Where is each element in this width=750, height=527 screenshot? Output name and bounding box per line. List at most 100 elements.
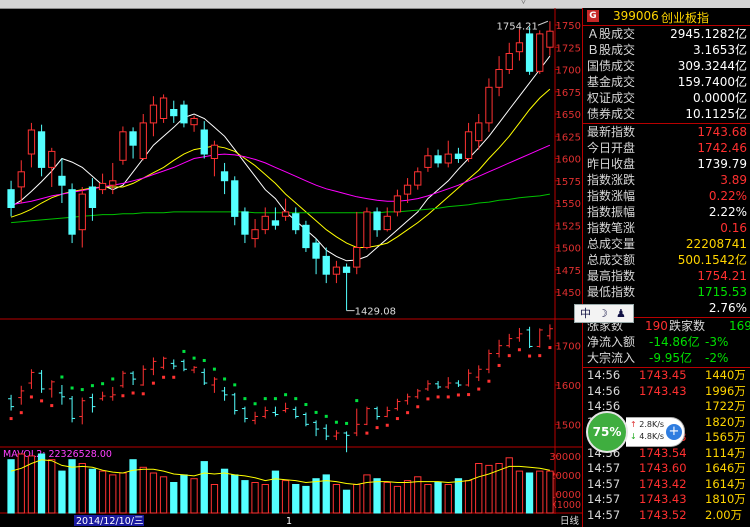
market-turnover-row: Ａ股成交 2945.1282亿 [583, 26, 750, 42]
candle-body [109, 180, 117, 186]
moon-icon[interactable]: ☽ [598, 305, 608, 322]
signal-dot [324, 414, 328, 418]
candle-body [485, 86, 493, 124]
dropdown-icon[interactable]: ▽ [520, 0, 527, 6]
ohlc-bar [292, 406, 299, 419]
candle-body [546, 30, 554, 48]
flow-v1: -9.95亿 [649, 351, 693, 365]
user-icon[interactable]: ♟ [616, 305, 626, 322]
tick-row: 14:57 1743.42 1614万 [583, 476, 750, 492]
volume-bar [180, 474, 188, 514]
row-value: 10.1125亿 [685, 107, 747, 121]
ohlc-bar [282, 402, 289, 413]
market-turnover-row: 基金成交 159.7400亿 [583, 74, 750, 90]
candle-body [7, 189, 15, 208]
download-speed: ↓ 4.8K/s [630, 432, 665, 441]
candle [536, 30, 544, 74]
ohlc-bar [536, 328, 543, 348]
candle-body [342, 266, 351, 273]
candle [170, 100, 178, 123]
signal-dot [60, 375, 64, 379]
volume-bar [373, 478, 381, 514]
row-value: 22208741 [685, 237, 747, 251]
row-label: Ａ股成交 [587, 27, 636, 41]
candle [363, 207, 371, 250]
candle-body [414, 171, 422, 186]
volume-bar [353, 484, 361, 514]
signal-dot [334, 420, 338, 424]
signal-axis-label: 1500 [556, 420, 581, 431]
index-stat-row: 指数振幅 2.22% [583, 204, 750, 220]
candle [485, 78, 493, 132]
ime-toolbar[interactable]: 中 ☽ ♟ [574, 304, 634, 323]
signal-dot [345, 421, 349, 425]
network-monitor[interactable]: ↑ 2.8K/s ↓ 4.8K/s + 75% [584, 409, 690, 453]
candle [424, 147, 432, 172]
kline-chart[interactable]: 1750 1725 1700 1675 1650 1625 1600 1575 1550 1525… [0, 8, 582, 527]
lang-toggle[interactable]: 中 [580, 305, 591, 322]
index-stat-row: 指数涨幅 0.22% [583, 188, 750, 204]
candle [88, 178, 97, 221]
boost-button[interactable]: + [666, 424, 682, 440]
signal-dot [40, 399, 44, 403]
row-label: 昨日收盘 [587, 157, 636, 171]
candle-body [363, 211, 371, 248]
candle-body [475, 122, 483, 142]
row-label: 指数涨幅 [587, 189, 636, 203]
signal-dot [548, 346, 552, 350]
candle-body [261, 215, 269, 231]
volume-bar [281, 480, 290, 514]
signal-dot [151, 381, 155, 385]
price-axis-label: 1525 [556, 221, 581, 232]
row-value: 1742.46 [697, 141, 747, 155]
row-value: 0.16 [720, 221, 747, 235]
downs-label: 跌家数 [669, 319, 706, 333]
signal-dot [131, 391, 135, 395]
volume-bar [220, 468, 229, 514]
index-stat-row: 总成交量 22208741 [583, 236, 750, 252]
candle-body [58, 175, 66, 186]
row-value: 500.1542亿 [677, 253, 747, 267]
volume-bar [475, 463, 483, 514]
candle [373, 207, 381, 237]
candle [251, 219, 259, 248]
volume-bar [332, 484, 341, 514]
ohlc-bar [526, 326, 533, 349]
row-value: 309.3244亿 [677, 59, 747, 73]
memory-gauge[interactable]: 75% [586, 411, 628, 453]
flow-label: 净流入额 [587, 335, 636, 349]
ohlc-bar [48, 380, 55, 398]
candle-body [159, 97, 168, 119]
volume-bar [454, 478, 463, 514]
ohlc-bar [404, 393, 411, 405]
signal-dot [121, 394, 125, 398]
ohlc-bar [170, 359, 177, 370]
candle-body [139, 122, 147, 159]
row-label: 基金成交 [587, 75, 636, 89]
candle [7, 180, 15, 217]
candle [180, 100, 188, 128]
volume-bar [444, 484, 452, 514]
volume-bar [98, 470, 107, 514]
candle [98, 173, 107, 195]
ohlc-bar [496, 339, 503, 358]
tick-price: 1743.42 [639, 476, 687, 491]
tick-vol: 1722万 [705, 399, 746, 413]
price-axis-label: 1600 [556, 155, 581, 166]
ohlc-bar [445, 377, 452, 389]
market-turnover-row: 债券成交 10.1125亿 [583, 106, 750, 122]
row-value: 0.22% [708, 189, 747, 203]
candle-body [170, 109, 178, 117]
signal-dot [446, 395, 450, 399]
volume-bar [515, 470, 524, 514]
signal-dot [243, 397, 247, 401]
ohlc-bar [333, 430, 340, 441]
tick-vol: 1996万 [705, 383, 746, 398]
volume-bar [48, 459, 56, 514]
tick-row: 14:57 1743.52 2.00万 [583, 507, 750, 523]
tick-row: 14:57 1743.60 1646万 [583, 460, 750, 476]
volume-bar [119, 472, 127, 514]
candle-body [210, 144, 219, 159]
ohlc-bar [180, 359, 187, 372]
tick-vol: 1810万 [705, 492, 746, 506]
